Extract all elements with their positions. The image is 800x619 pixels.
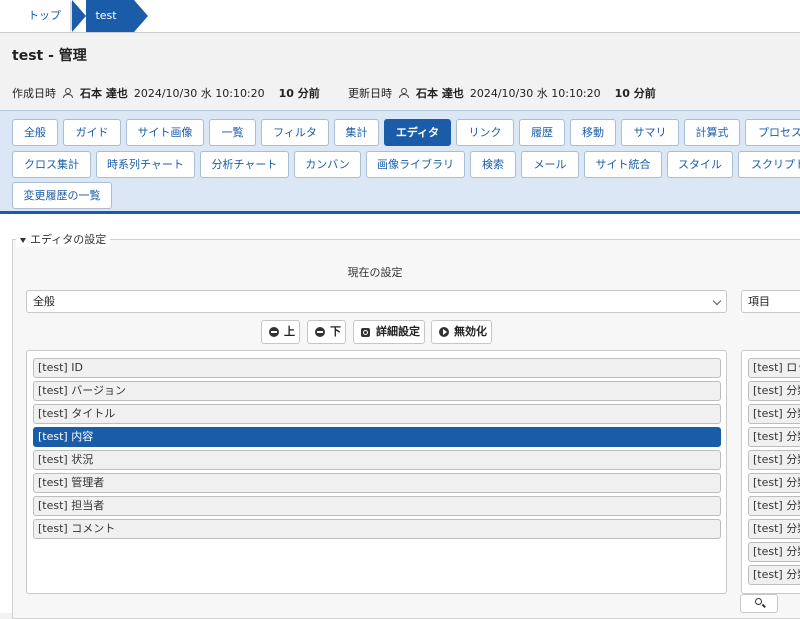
created-label: 作成日時 (12, 87, 56, 100)
breadcrumb: トップ test (0, 0, 800, 32)
list-item[interactable]: [test] 状況 (33, 450, 721, 470)
list-item[interactable]: [test] 分類 (748, 381, 800, 401)
tab-guide[interactable]: ガイド (63, 119, 121, 146)
move-down-button[interactable]: 下 (307, 320, 346, 344)
main-content: エディタの設定 現在の設定 全般 項目 上 下 詳細設定 無効化 [test] … (0, 214, 800, 619)
search-button[interactable] (740, 594, 778, 613)
tab-change-history[interactable]: 変更履歴の一覧 (12, 182, 112, 209)
updated-datetime: 2024/10/30 水 10:10:20 (469, 87, 601, 100)
created-info: 作成日時 石本 達也 2024/10/30 水 10:10:20 10 分前 (12, 85, 320, 101)
disable-button[interactable]: 無効化 (431, 320, 492, 344)
list-item[interactable]: [test] 分類 (748, 519, 800, 539)
list-item[interactable]: [test] 分類 (748, 542, 800, 562)
updated-ago: 10 分前 (614, 87, 656, 100)
section-select-value: 全般 (33, 295, 55, 308)
updated-info: 更新日時 石本 達也 2024/10/30 水 10:10:20 10 分前 (348, 85, 656, 101)
tab-cross-tab[interactable]: クロス集計 (12, 151, 91, 178)
list-item[interactable]: [test] 分類 (748, 450, 800, 470)
column-actions: 上 下 詳細設定 無効化 (0, 320, 800, 344)
page-title: test - 管理 (12, 48, 87, 64)
editor-settings-legend[interactable]: エディタの設定 (16, 231, 111, 247)
tab-editor[interactable]: エディタ (384, 119, 451, 146)
tab-mail[interactable]: メール (521, 151, 579, 178)
chevron-down-icon (712, 296, 722, 306)
circle-up-icon (269, 327, 279, 337)
tab-general[interactable]: 全般 (12, 119, 58, 146)
column-type-select[interactable]: 項目 (741, 290, 800, 313)
enabled-columns-list[interactable]: [test] ID [test] バージョン [test] タイトル [test… (26, 350, 727, 594)
updated-user[interactable]: 石本 達也 (416, 85, 464, 101)
page-header: test - 管理 作成日時 石本 達也 2024/10/30 水 10:10:… (0, 32, 800, 110)
list-item[interactable]: [test] ID (33, 358, 721, 378)
settings-tabs: 全般 ガイド サイト画像 一覧 フィルタ 集計 エディタ リンク 履歴 移動 サ… (0, 110, 800, 214)
list-item[interactable]: [test] ロック (748, 358, 800, 378)
tab-image-library[interactable]: 画像ライブラリ (366, 151, 465, 178)
list-item[interactable]: [test] 分類 (748, 565, 800, 585)
list-item[interactable]: [test] 担当者 (33, 496, 721, 516)
list-item[interactable]: [test] タイトル (33, 404, 721, 424)
updated-label: 更新日時 (348, 87, 392, 100)
tab-kanban[interactable]: カンバン (294, 151, 361, 178)
circle-down-icon (315, 327, 325, 337)
advanced-settings-button[interactable]: 詳細設定 (353, 320, 425, 344)
tab-analysis-chart[interactable]: 分析チャート (200, 151, 289, 178)
tab-process[interactable]: プロセス (745, 119, 800, 146)
tab-site-integration[interactable]: サイト統合 (584, 151, 662, 178)
disable-label: 無効化 (454, 325, 487, 338)
created-user[interactable]: 石本 達也 (80, 85, 128, 101)
tab-filter[interactable]: フィルタ (261, 119, 329, 146)
tab-link[interactable]: リンク (456, 119, 514, 146)
available-columns-list[interactable]: [test] ロック [test] 分類 [test] 分類 [test] 分類… (741, 350, 800, 594)
circle-play-icon (439, 327, 449, 337)
search-icon (755, 598, 762, 605)
tab-script[interactable]: スクリプト (738, 151, 800, 178)
tab-aggregation[interactable]: 集計 (334, 119, 379, 146)
tab-search[interactable]: 検索 (470, 151, 516, 178)
tab-style[interactable]: スタイル (667, 151, 733, 178)
gear-icon (361, 328, 370, 337)
move-up-button[interactable]: 上 (261, 320, 300, 344)
move-down-label: 下 (330, 325, 341, 338)
list-item[interactable]: [test] 分類 (748, 496, 800, 516)
created-datetime: 2024/10/30 水 10:10:20 (133, 87, 265, 100)
tab-move[interactable]: 移動 (570, 119, 616, 146)
breadcrumb-arrow (134, 0, 148, 32)
section-select[interactable]: 全般 (26, 290, 727, 313)
created-ago: 10 分前 (278, 87, 320, 100)
breadcrumb-notch (72, 0, 86, 32)
list-item[interactable]: [test] バージョン (33, 381, 721, 401)
user-icon (62, 88, 73, 98)
list-item[interactable]: [test] 分類 (748, 427, 800, 447)
list-item-selected[interactable]: [test] 内容 (33, 427, 721, 447)
tab-history[interactable]: 履歴 (519, 119, 565, 146)
tab-grid[interactable]: 一覧 (209, 119, 256, 146)
caret-down-icon (20, 237, 26, 243)
tab-formula[interactable]: 計算式 (684, 119, 740, 146)
user-icon (398, 88, 409, 98)
list-item[interactable]: [test] 分類 (748, 473, 800, 493)
current-setting-label: 現在の設定 (347, 266, 403, 279)
advanced-settings-label: 詳細設定 (376, 325, 420, 338)
list-item[interactable]: [test] 分類 (748, 404, 800, 424)
list-item[interactable]: [test] 管理者 (33, 473, 721, 493)
tab-site-image[interactable]: サイト画像 (126, 119, 204, 146)
list-item[interactable]: [test] コメント (33, 519, 721, 539)
tab-summary[interactable]: サマリ (621, 119, 679, 146)
tab-time-series[interactable]: 時系列チャート (96, 151, 195, 178)
column-type-select-value: 項目 (748, 295, 770, 308)
move-up-label: 上 (284, 325, 295, 338)
legend-text: エディタの設定 (30, 233, 107, 246)
